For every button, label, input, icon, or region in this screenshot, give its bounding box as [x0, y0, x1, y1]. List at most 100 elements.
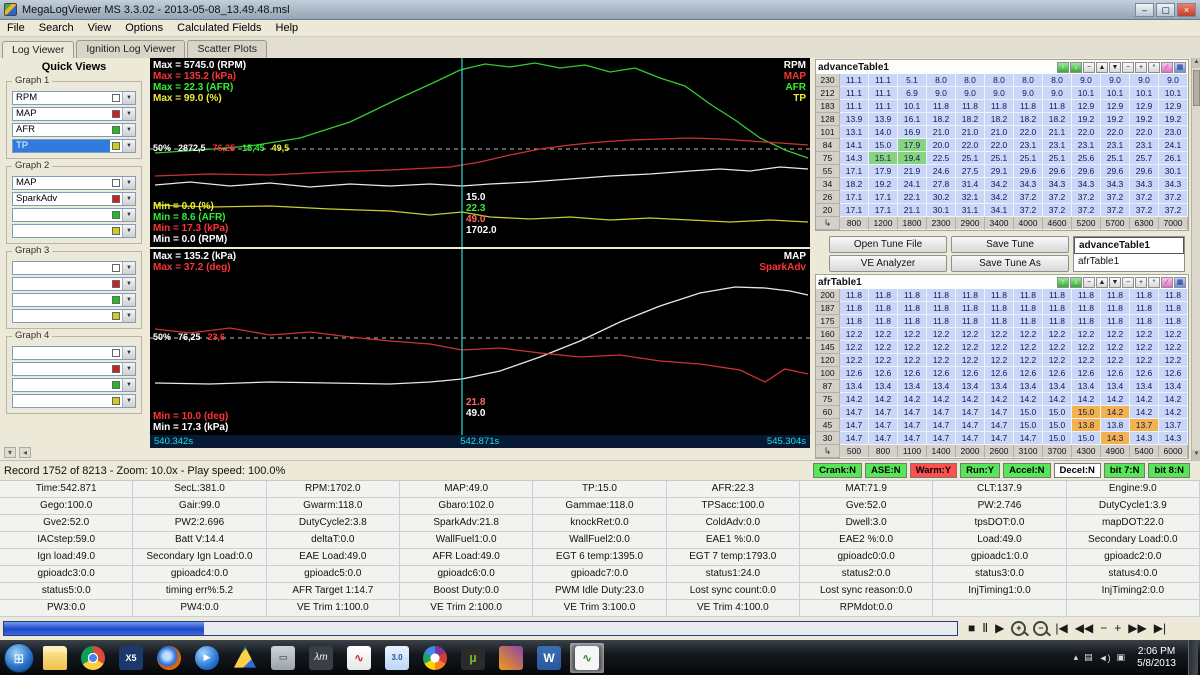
table-cell[interactable]: 12.2: [1072, 328, 1101, 341]
table-cell[interactable]: 14.7: [840, 432, 869, 445]
table-cell[interactable]: 12.2: [840, 354, 869, 367]
table-cell[interactable]: 34.3: [1072, 178, 1101, 191]
channel-select-value[interactable]: RPM: [13, 92, 110, 104]
table-cell[interactable]: 12.9: [1159, 100, 1188, 113]
channel-selector[interactable]: SparkAdv▼: [12, 192, 136, 206]
table-cell[interactable]: 25.1: [1014, 152, 1043, 165]
table-cell[interactable]: 18.2: [840, 178, 869, 191]
table-cell[interactable]: 20.0: [927, 139, 956, 152]
table-cell[interactable]: 22.0: [1072, 126, 1101, 139]
table-cell[interactable]: 12.2: [956, 328, 985, 341]
channel-select-value[interactable]: MAP: [13, 108, 110, 120]
table-cell[interactable]: 34.3: [1014, 178, 1043, 191]
dropdown-arrow-icon[interactable]: ▼: [122, 193, 135, 205]
table-cell[interactable]: 27.5: [956, 165, 985, 178]
table-cell[interactable]: 9.0: [956, 87, 985, 100]
table-cell[interactable]: 12.2: [1101, 328, 1130, 341]
table-cell[interactable]: 19.4: [898, 152, 927, 165]
table-cell[interactable]: 11.8: [1130, 315, 1159, 328]
table-cell[interactable]: 11.8: [1014, 100, 1043, 113]
table-cell[interactable]: 11.8: [1159, 302, 1188, 315]
table-cell[interactable]: 17.1: [840, 204, 869, 217]
dropdown-arrow-icon[interactable]: ▼: [122, 225, 135, 237]
table-cell[interactable]: 12.6: [927, 367, 956, 380]
table-list-item-advancetable1[interactable]: advanceTable1: [1074, 237, 1184, 254]
megalogviewer-icon[interactable]: ∿: [570, 643, 604, 673]
table-cell[interactable]: 18.2: [1014, 113, 1043, 126]
tab-log-viewer[interactable]: Log Viewer: [2, 41, 74, 59]
table-cell[interactable]: 37.2: [1101, 191, 1130, 204]
table-cell[interactable]: 21.1: [898, 204, 927, 217]
table-cell[interactable]: 18.2: [956, 113, 985, 126]
table-cell[interactable]: 12.6: [1014, 367, 1043, 380]
channel-selector[interactable]: ▼: [12, 293, 136, 307]
paint-icon[interactable]: ∕: [1161, 277, 1173, 288]
table-cell[interactable]: 13.4: [1130, 380, 1159, 393]
table-cell[interactable]: 14.0: [869, 126, 898, 139]
word-icon[interactable]: W: [532, 643, 566, 673]
table-cell[interactable]: 12.2: [1014, 354, 1043, 367]
lambda-app-icon[interactable]: λm: [304, 643, 338, 673]
move-up-icon[interactable]: ↑: [1057, 62, 1069, 73]
table-cell[interactable]: 12.2: [927, 354, 956, 367]
table-cell[interactable]: 11.8: [956, 100, 985, 113]
table-cell[interactable]: 15.1: [869, 152, 898, 165]
playback-progress-bar[interactable]: [3, 621, 958, 636]
move-down-icon[interactable]: ↓: [1070, 277, 1082, 288]
table-cell[interactable]: 10.1: [898, 100, 927, 113]
table-cell[interactable]: 14.3: [1101, 432, 1130, 445]
table-cell[interactable]: 14.7: [898, 406, 927, 419]
channel-selector[interactable]: MAP▼: [12, 107, 136, 121]
grid-icon[interactable]: ▦: [1174, 62, 1186, 73]
table-cell[interactable]: 10.1: [1130, 87, 1159, 100]
table-cell[interactable]: 15.0: [1043, 432, 1072, 445]
table-cell[interactable]: 12.2: [869, 341, 898, 354]
table-cell[interactable]: 12.2: [985, 328, 1014, 341]
table-cell[interactable]: 22.1: [898, 191, 927, 204]
move-down-icon[interactable]: ↓: [1070, 62, 1082, 73]
table-cell[interactable]: 11.8: [898, 315, 927, 328]
table-cell[interactable]: 17.1: [840, 191, 869, 204]
table-cell[interactable]: 13.8: [1072, 419, 1101, 432]
table-cell[interactable]: 12.2: [1101, 341, 1130, 354]
table-cell[interactable]: 16.1: [898, 113, 927, 126]
table-cell[interactable]: 14.3: [840, 152, 869, 165]
tray-expand-icon[interactable]: ▴: [1074, 652, 1079, 663]
table-list-item-afrtable1[interactable]: afrTable1: [1074, 254, 1184, 271]
table-cell[interactable]: 37.2: [1159, 204, 1188, 217]
table-cell[interactable]: 12.2: [927, 328, 956, 341]
table-cell[interactable]: 11.8: [869, 289, 898, 302]
channel-selector[interactable]: ▼: [12, 208, 136, 222]
table-cell[interactable]: 34.1: [985, 204, 1014, 217]
save-tune-as-button[interactable]: Save Tune As: [951, 255, 1069, 272]
table-cell[interactable]: 9.0: [1130, 74, 1159, 87]
table-cell[interactable]: 12.2: [898, 354, 927, 367]
table-cell[interactable]: 14.7: [985, 419, 1014, 432]
table-cell[interactable]: 12.2: [1043, 328, 1072, 341]
table-cell[interactable]: 13.4: [1159, 380, 1188, 393]
table-cell[interactable]: 12.2: [956, 341, 985, 354]
table-cell[interactable]: 37.2: [1014, 191, 1043, 204]
table-cell[interactable]: 11.8: [1072, 289, 1101, 302]
table-cell[interactable]: 21.0: [956, 126, 985, 139]
table-cell[interactable]: 11.8: [869, 302, 898, 315]
table-cell[interactable]: 11.8: [1043, 289, 1072, 302]
table-cell[interactable]: 10.1: [1159, 87, 1188, 100]
table-cell[interactable]: 18.2: [1043, 113, 1072, 126]
slower-button[interactable]: −: [1100, 620, 1107, 636]
table-cell[interactable]: 12.2: [1159, 354, 1188, 367]
dropdown-arrow-icon[interactable]: ▼: [122, 262, 135, 274]
table-cell[interactable]: 23.1: [1130, 139, 1159, 152]
table-cell[interactable]: 30.2: [927, 191, 956, 204]
table-cell[interactable]: 21.0: [927, 126, 956, 139]
table-cell[interactable]: 23.1: [1014, 139, 1043, 152]
menu-item-search[interactable]: Search: [32, 21, 81, 35]
table-cell[interactable]: 37.2: [1130, 204, 1159, 217]
show-desktop-button[interactable]: [1188, 640, 1198, 675]
table-cell[interactable]: 11.8: [1014, 315, 1043, 328]
collapse-down-icon[interactable]: ▾: [4, 447, 16, 458]
table-cell[interactable]: 11.8: [1072, 315, 1101, 328]
table-cell[interactable]: 12.2: [840, 328, 869, 341]
table-cell[interactable]: 11.1: [869, 100, 898, 113]
table-cell[interactable]: 22.0: [1101, 126, 1130, 139]
